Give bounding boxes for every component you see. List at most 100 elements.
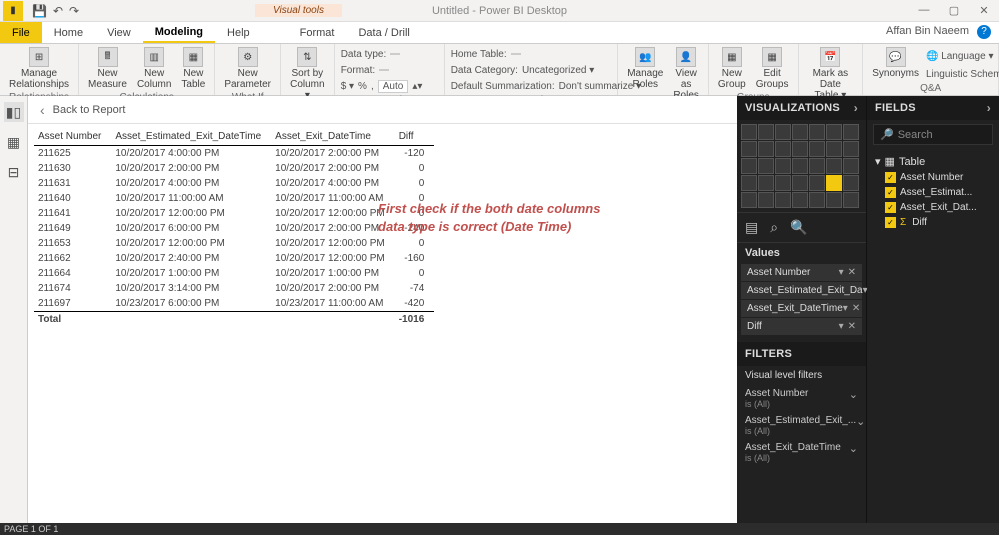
format-tab-icon[interactable]: ⌕ — [770, 219, 778, 236]
new-parameter-button[interactable]: ⚙New Parameter — [221, 46, 274, 91]
viz-type-icon[interactable] — [809, 158, 825, 174]
filter-item[interactable]: Asset Numberis (All)⌄ — [737, 385, 866, 412]
mark-as-date-table-button[interactable]: 📅Mark as Date Table ▾ — [805, 46, 857, 102]
chevron-down-icon[interactable]: ⌄ — [849, 442, 858, 455]
viz-type-icon[interactable] — [792, 158, 808, 174]
maximize-button[interactable]: ▢ — [939, 4, 969, 17]
table-row[interactable]: 21162510/20/2017 4:00:00 PM10/20/2017 2:… — [34, 146, 434, 162]
field-well-item[interactable]: Asset_Exit_DateTime▾✕ — [741, 300, 862, 317]
viz-type-icon[interactable] — [758, 192, 774, 208]
view-as-roles-button[interactable]: 👤View as Roles — [670, 46, 702, 102]
edit-groups-button[interactable]: ▦Edit Groups — [753, 46, 792, 91]
viz-type-icon[interactable] — [843, 192, 859, 208]
col-exit[interactable]: Asset_Exit_DateTime — [271, 128, 395, 146]
viz-type-icon[interactable] — [775, 175, 791, 191]
col-diff[interactable]: Diff — [395, 128, 435, 146]
tab-file[interactable]: File — [0, 22, 42, 43]
fields-tab-icon[interactable]: ▤ — [745, 219, 758, 236]
new-group-button[interactable]: ▦New Group — [715, 46, 749, 91]
tab-help[interactable]: Help — [215, 22, 262, 43]
new-measure-button[interactable]: 🖩New Measure — [85, 46, 130, 91]
viz-type-icon[interactable] — [843, 175, 859, 191]
table-row[interactable]: 21165310/20/2017 12:00:00 PM10/20/2017 1… — [34, 236, 434, 251]
percent-button[interactable]: % — [358, 81, 367, 92]
viz-type-icon[interactable] — [792, 141, 808, 157]
table-row[interactable]: 21164110/20/2017 12:00:00 PM10/20/2017 1… — [34, 206, 434, 221]
table-row[interactable]: 21169710/23/2017 6:00:00 PM10/23/2017 11… — [34, 296, 434, 312]
remove-icon[interactable]: ✕ — [848, 321, 856, 332]
table-row[interactable]: 21164910/20/2017 6:00:00 PM10/20/2017 2:… — [34, 221, 434, 236]
analytics-tab-icon[interactable]: 🔍 — [790, 219, 807, 236]
checkbox-icon[interactable]: ✓ — [885, 202, 896, 213]
home-table-select[interactable] — [511, 53, 521, 55]
linguistic-schema-button[interactable]: Linguistic Schema ▾ — [926, 69, 999, 80]
back-to-report-button[interactable]: ‹ Back to Report — [28, 96, 737, 124]
decimal-auto-select[interactable]: Auto — [378, 80, 409, 93]
table-row[interactable]: 21167410/20/2017 3:14:00 PM10/20/2017 2:… — [34, 281, 434, 296]
close-button[interactable]: ✕ — [969, 4, 999, 17]
viz-type-icon[interactable] — [758, 158, 774, 174]
stepper-icon[interactable]: ▴▾ — [412, 81, 422, 92]
viz-type-icon[interactable] — [809, 175, 825, 191]
chevron-down-icon[interactable]: ▾ — [843, 303, 848, 314]
fields-search-input[interactable]: 🔎 Search — [873, 124, 993, 145]
field-well-item[interactable]: Asset_Estimated_Exit_Da▾✕ — [741, 282, 862, 299]
visualizations-header[interactable]: VISUALIZATIONS› — [737, 96, 866, 120]
field-well-item[interactable]: Diff▾✕ — [741, 318, 862, 335]
viz-type-icon[interactable] — [741, 192, 757, 208]
remove-icon[interactable]: ✕ — [852, 303, 860, 314]
viz-type-icon[interactable] — [792, 175, 808, 191]
viz-type-icon[interactable] — [843, 158, 859, 174]
remove-icon[interactable]: ✕ — [848, 267, 856, 278]
viz-type-icon[interactable] — [758, 141, 774, 157]
chevron-down-icon[interactable]: ⌄ — [856, 415, 865, 428]
viz-type-icon[interactable] — [809, 124, 825, 140]
currency-button[interactable]: $ ▾ — [341, 81, 354, 92]
undo-icon[interactable]: ↶ — [53, 4, 63, 18]
viz-type-icon[interactable] — [775, 192, 791, 208]
table-row[interactable]: 21163010/20/2017 2:00:00 PM10/20/2017 2:… — [34, 161, 434, 176]
format-select[interactable] — [379, 69, 389, 71]
manage-roles-button[interactable]: 👥Manage Roles — [624, 46, 666, 91]
viz-type-icon[interactable] — [792, 192, 808, 208]
field-item[interactable]: ✓ΣDiff — [869, 215, 997, 230]
minimize-button[interactable]: — — [909, 4, 939, 17]
manage-relationships-button[interactable]: ⊞Manage Relationships — [6, 46, 72, 91]
fields-header[interactable]: FIELDS› — [867, 96, 999, 120]
checkbox-icon[interactable]: ✓ — [885, 217, 896, 228]
synonyms-button[interactable]: 💬Synonyms — [869, 46, 922, 80]
report-view-icon[interactable]: ▮▯ — [4, 102, 24, 122]
chevron-down-icon[interactable]: ⌄ — [849, 388, 858, 401]
field-item[interactable]: ✓Asset_Estimat... — [869, 185, 997, 200]
viz-type-icon[interactable] — [826, 192, 842, 208]
viz-type-icon[interactable] — [741, 141, 757, 157]
tab-home[interactable]: Home — [42, 22, 95, 43]
filter-item[interactable]: Asset_Exit_DateTimeis (All)⌄ — [737, 439, 866, 466]
filter-item[interactable]: Asset_Estimated_Exit_...is (All)⌄ — [737, 412, 866, 439]
viz-type-icon[interactable] — [741, 124, 757, 140]
viz-type-icon[interactable] — [792, 124, 808, 140]
tab-modeling[interactable]: Modeling — [143, 22, 215, 43]
chevron-down-icon[interactable]: ▾ — [839, 321, 844, 332]
table-row[interactable]: 21163110/20/2017 4:00:00 PM10/20/2017 4:… — [34, 176, 434, 191]
viz-type-icon[interactable] — [826, 175, 842, 191]
viz-type-icon[interactable] — [741, 158, 757, 174]
tab-data-drill[interactable]: Data / Drill — [346, 22, 421, 43]
table-row[interactable]: 21166210/20/2017 2:40:00 PM10/20/2017 12… — [34, 251, 434, 266]
chevron-down-icon[interactable]: ▾ — [839, 267, 844, 278]
new-table-button[interactable]: ▦New Table — [178, 46, 208, 91]
viz-type-icon[interactable] — [809, 141, 825, 157]
viz-type-icon[interactable] — [809, 192, 825, 208]
table-node[interactable]: ▾ ▦ Table — [869, 153, 997, 170]
new-column-button[interactable]: ▥New Column — [134, 46, 174, 91]
viz-type-icon[interactable] — [843, 124, 859, 140]
language-button[interactable]: 🌐 Language ▾ — [926, 51, 994, 62]
model-view-icon[interactable]: ⊟ — [4, 162, 24, 182]
viz-type-icon[interactable] — [843, 141, 859, 157]
checkbox-icon[interactable]: ✓ — [885, 187, 896, 198]
viz-type-icon[interactable] — [775, 141, 791, 157]
tab-format[interactable]: Format — [288, 22, 347, 43]
checkbox-icon[interactable]: ✓ — [885, 172, 896, 183]
field-item[interactable]: ✓Asset_Exit_Dat... — [869, 200, 997, 215]
save-icon[interactable]: 💾 — [32, 4, 47, 18]
